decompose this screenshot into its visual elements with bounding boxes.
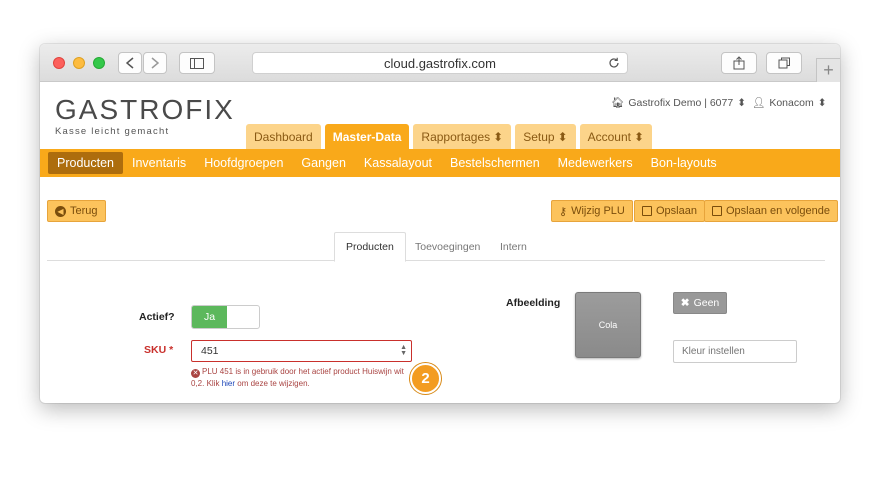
- logo-tagline: Kasse leicht gemacht: [55, 126, 170, 137]
- main-tabs: Dashboard Master-Data Rapportages ⬍ Setup…: [246, 124, 653, 149]
- chevron-left-icon: [126, 57, 134, 69]
- user-label: Konacom: [769, 96, 814, 109]
- tab-dashboard[interactable]: Dashboard: [246, 124, 321, 149]
- tab-account[interactable]: Account ⬍: [579, 124, 653, 149]
- subnav-item-medewerkers[interactable]: Medewerkers: [549, 152, 642, 174]
- image-label: Afbeelding: [506, 297, 561, 309]
- subnav-item-bon-layouts[interactable]: Bon-layouts: [642, 152, 726, 174]
- app-header: GASTROFIX Kasse leicht gemacht 🏠︎ Gastro…: [40, 82, 840, 149]
- active-label: Actief?: [139, 311, 175, 323]
- tab-rapportages[interactable]: Rapportages ⬍: [413, 124, 512, 149]
- share-button[interactable]: [721, 52, 757, 74]
- clear-image-button[interactable]: ✖ Geen: [673, 292, 727, 314]
- forward-nav-button[interactable]: [143, 52, 167, 74]
- save-and-next-button[interactable]: Opslaan en volgende: [704, 200, 838, 222]
- save-button[interactable]: Opslaan: [634, 200, 705, 222]
- subnav-item-inventaris[interactable]: Inventaris: [123, 152, 195, 174]
- tabs-icon: [778, 57, 790, 68]
- sub-navigation: Producten Inventaris Hoofdgroepen Gangen…: [40, 149, 840, 177]
- sku-value: 451: [201, 345, 219, 357]
- share-icon: [733, 56, 745, 70]
- browser-window: cloud.gastrofix.com + GASTROFIX Kasse le…: [40, 44, 840, 403]
- browser-titlebar: cloud.gastrofix.com +: [40, 44, 840, 82]
- floppy-disk-icon: [712, 206, 722, 216]
- toggle-on-label: Ja: [192, 306, 227, 328]
- spinner-icon[interactable]: ▲ ▼: [400, 344, 407, 357]
- zoom-window-button[interactable]: [93, 57, 105, 69]
- sort-caret-icon: ⬍: [817, 96, 827, 109]
- subnav-item-producten[interactable]: Producten: [48, 152, 123, 174]
- gastrofix-logo: GASTROFIX: [55, 94, 235, 125]
- home-icon: 🏠︎: [611, 97, 625, 109]
- sidebar-icon: [190, 57, 204, 69]
- close-icon: ✖: [680, 297, 690, 309]
- tab-setup[interactable]: Setup ⬍: [515, 124, 576, 149]
- tabs-overview-button[interactable]: [766, 52, 802, 74]
- content-tabs: Producten Toevoegingen Intern: [47, 232, 825, 262]
- sku-label: SKU *: [144, 344, 174, 356]
- sort-caret-icon: ⬍: [737, 96, 747, 109]
- tab-master-data[interactable]: Master-Data: [324, 124, 410, 149]
- minimize-window-button[interactable]: [73, 57, 85, 69]
- change-plu-button[interactable]: ⚷ Wijzig PLU: [551, 200, 633, 222]
- back-nav-button[interactable]: [118, 52, 142, 74]
- user-menu[interactable]: 👤︎ Konacom ⬍: [752, 96, 827, 110]
- sku-error-message: ✕ PLU 451 is in gebruik door het actief p…: [191, 367, 404, 388]
- sort-caret-icon: ⬍: [493, 129, 504, 144]
- error-fix-link[interactable]: hier: [222, 379, 235, 388]
- account-switcher[interactable]: 🏠︎ Gastrofix Demo | 6077 ⬍: [611, 96, 747, 110]
- floppy-disk-icon: [642, 206, 652, 216]
- step-badge: 2: [410, 363, 441, 394]
- subnav-item-kassalayout[interactable]: Kassalayout: [355, 152, 441, 174]
- subnav-item-gangen[interactable]: Gangen: [292, 152, 354, 174]
- product-image-tile[interactable]: Cola: [575, 292, 641, 358]
- active-toggle[interactable]: Ja: [191, 305, 260, 329]
- error-circle-icon: ✕: [191, 369, 200, 378]
- sidebar-toggle-button[interactable]: [179, 52, 215, 74]
- sort-caret-icon: ⬍: [633, 129, 645, 144]
- tab-toevoegingen[interactable]: Toevoegingen: [415, 232, 480, 261]
- new-tab-button[interactable]: +: [816, 58, 840, 82]
- subnav-item-hoofdgroepen[interactable]: Hoofdgroepen: [195, 152, 292, 174]
- address-bar[interactable]: cloud.gastrofix.com: [252, 52, 628, 74]
- url-text: cloud.gastrofix.com: [384, 55, 496, 71]
- tab-producten[interactable]: Producten: [334, 232, 406, 262]
- tab-intern[interactable]: Intern: [500, 232, 527, 261]
- arrow-left-circle-icon: ◀: [55, 205, 66, 217]
- sort-caret-icon: ⬍: [557, 129, 568, 144]
- user-icon: 👤︎: [752, 97, 766, 109]
- subnav-item-bestelschermen[interactable]: Bestelschermen: [441, 152, 549, 174]
- chevron-right-icon: [151, 57, 159, 69]
- close-window-button[interactable]: [53, 57, 65, 69]
- key-icon: ⚷: [559, 205, 568, 218]
- sku-input[interactable]: 451 ▲ ▼: [191, 340, 412, 362]
- back-button[interactable]: ◀ Terug: [47, 200, 106, 222]
- color-input[interactable]: [673, 340, 797, 363]
- account-label: Gastrofix Demo | 6077: [628, 96, 734, 109]
- reload-icon[interactable]: [607, 56, 621, 70]
